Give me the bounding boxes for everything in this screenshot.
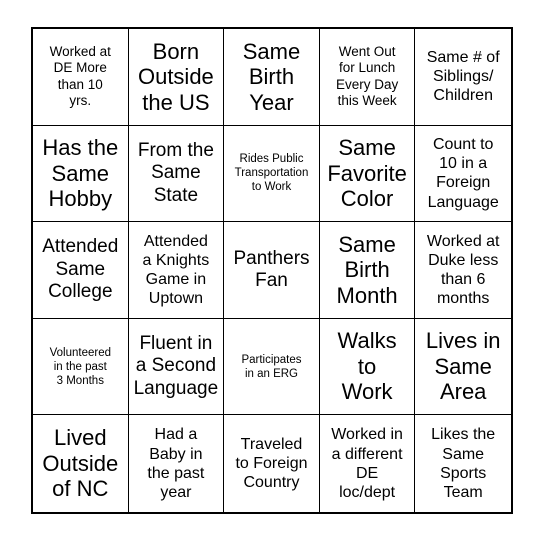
- bingo-cell-r2c1[interactable]: Has the Same Hobby: [33, 125, 129, 223]
- bingo-cell-label: Count to 10 in a Foreign Language: [427, 136, 499, 211]
- bingo-cell-label: Went Out for Lunch Every Day this Week: [335, 43, 399, 109]
- bingo-cell-r5c4[interactable]: Worked in a different DE loc/dept: [319, 415, 416, 512]
- bingo-cell-r3c4[interactable]: Same Birth Month: [319, 222, 416, 319]
- bingo-cell-r3c1[interactable]: Attended Same College: [33, 222, 129, 319]
- bingo-cell-label: Worked at DE More than 10 yrs.: [49, 43, 111, 109]
- bingo-cell-r2c2[interactable]: From the Same State: [128, 125, 225, 223]
- bingo-cell-label: Born Outside the US: [137, 38, 214, 115]
- bingo-cell-r5c5[interactable]: Likes the Same Sports Team: [415, 415, 511, 512]
- bingo-cell-r5c1[interactable]: Lived Outside of NC: [33, 415, 129, 512]
- bingo-cell-label: Attended a Knights Game in Uptown: [142, 232, 210, 308]
- bingo-cell-r1c5[interactable]: Same # of Siblings/ Children: [415, 29, 511, 126]
- bingo-cell-r2c5[interactable]: Count to 10 in a Foreign Language: [415, 125, 511, 223]
- bingo-cell-label: Lives in Same Area: [425, 328, 501, 405]
- bingo-cell-r3c5[interactable]: Worked at Duke less than 6 months: [415, 222, 511, 319]
- bingo-cell-label: Attended Same College: [42, 236, 119, 303]
- bingo-cell-label: Panthers Fan: [233, 247, 310, 291]
- bingo-cell-label: Fluent in a Second Language: [133, 332, 219, 399]
- bingo-cell-label: Same Birth Month: [336, 231, 398, 308]
- bingo-cell-r4c4[interactable]: Walks to Work: [319, 318, 416, 416]
- bingo-cell-label: Participates in an ERG: [241, 353, 302, 380]
- bingo-cell-label: Same Birth Year: [242, 38, 301, 115]
- bingo-cell-r1c2[interactable]: Born Outside the US: [128, 29, 225, 126]
- bingo-cell-r4c2[interactable]: Fluent in a Second Language: [128, 318, 225, 416]
- bingo-cell-label: Rides Public Transportation to Work: [234, 153, 309, 194]
- bingo-cell-r2c4[interactable]: Same Favorite Color: [319, 125, 416, 223]
- bingo-cell-label: Worked in a different DE loc/dept: [331, 426, 403, 501]
- bingo-cell-label: Traveled to Foreign Country: [235, 435, 308, 492]
- bingo-cell-label: Had a Baby in the past year: [147, 426, 205, 501]
- bingo-cell-r1c3[interactable]: Same Birth Year: [224, 29, 320, 126]
- bingo-cell-label: Same Favorite Color: [327, 135, 407, 212]
- bingo-cell-label: Volunteered in the past 3 Months: [49, 346, 111, 387]
- bingo-cell-r4c3[interactable]: Participates in an ERG: [224, 318, 320, 416]
- bingo-cell-label: Lived Outside of NC: [42, 425, 119, 502]
- bingo-cell-r4c5[interactable]: Lives in Same Area: [415, 318, 511, 416]
- bingo-cell-r4c1[interactable]: Volunteered in the past 3 Months: [33, 318, 129, 416]
- bingo-cell-r1c1[interactable]: Worked at DE More than 10 yrs.: [33, 29, 129, 126]
- bingo-cell-label: Walks to Work: [337, 328, 397, 405]
- bingo-cell-label: Same # of Siblings/ Children: [426, 49, 500, 105]
- bingo-cell-label: From the Same State: [137, 139, 214, 206]
- bingo-cell-r3c3[interactable]: Panthers Fan: [224, 222, 320, 319]
- bingo-cell-label: Likes the Same Sports Team: [431, 426, 496, 501]
- bingo-cell-r5c3[interactable]: Traveled to Foreign Country: [224, 415, 320, 512]
- bingo-cell-label: Has the Same Hobby: [42, 135, 119, 212]
- bingo-card-grid: Worked at DE More than 10 yrs. Born Outsi…: [31, 27, 513, 514]
- bingo-cell-r5c2[interactable]: Had a Baby in the past year: [128, 415, 225, 512]
- bingo-cell-r2c3[interactable]: Rides Public Transportation to Work: [224, 125, 320, 223]
- bingo-cell-r1c4[interactable]: Went Out for Lunch Every Day this Week: [319, 29, 416, 126]
- bingo-cell-label: Worked at Duke less than 6 months: [426, 232, 500, 308]
- bingo-cell-r3c2[interactable]: Attended a Knights Game in Uptown: [128, 222, 225, 319]
